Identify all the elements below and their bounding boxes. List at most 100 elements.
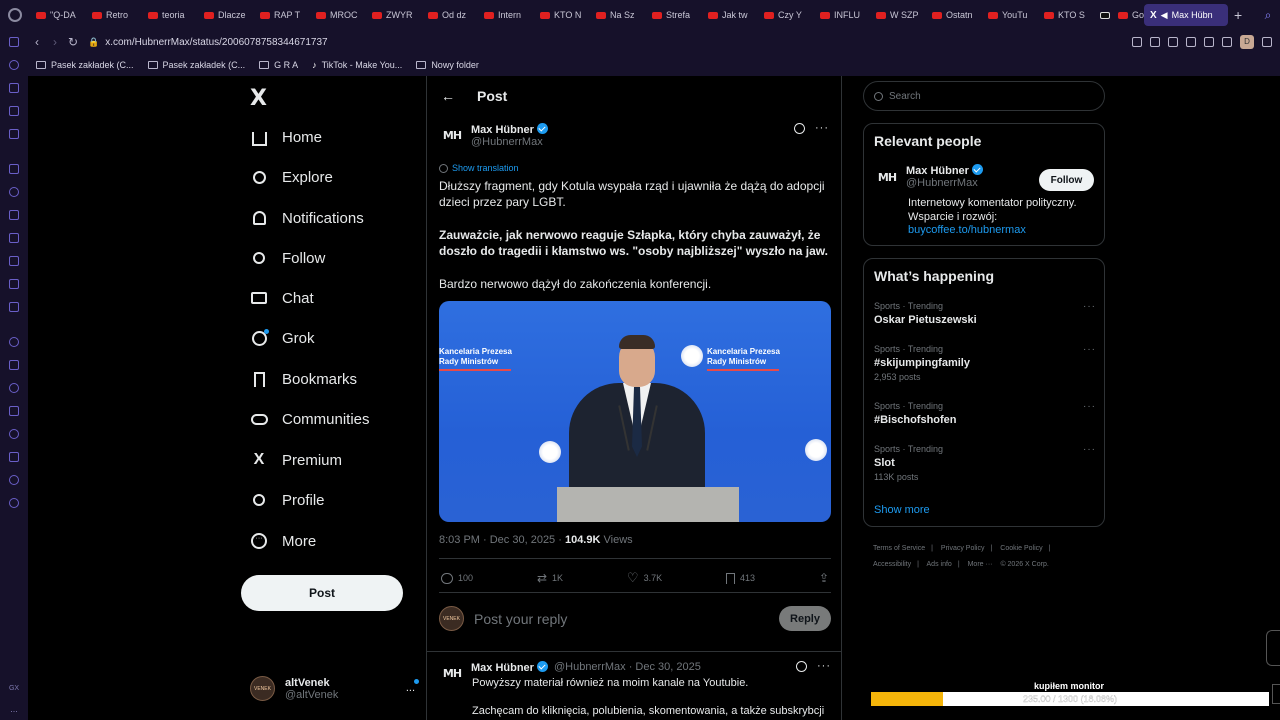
footer-link[interactable]: Ads info xyxy=(927,561,952,568)
browser-tab[interactable] xyxy=(1094,4,1112,26)
browser-tab[interactable]: Go xyxy=(1112,4,1144,26)
nav-item-chat[interactable]: Chat xyxy=(250,283,314,313)
sidebar-mail-icon[interactable] xyxy=(0,30,28,53)
post-button[interactable]: Post xyxy=(241,575,403,611)
nav-item-premium[interactable]: X Premium xyxy=(250,445,342,475)
footer-link[interactable]: More ··· xyxy=(968,561,993,568)
nav-item-explore[interactable]: Explore xyxy=(250,162,333,192)
snapshot-icon[interactable] xyxy=(1150,37,1160,47)
browser-tab[interactable]: RAP T xyxy=(254,4,310,26)
sidebar-bag-icon[interactable] xyxy=(0,76,28,99)
browser-tab[interactable]: Od dz xyxy=(422,4,478,26)
sidebar-telegram-icon[interactable] xyxy=(0,203,28,226)
like-count-button[interactable]: ♡ 3.7K xyxy=(627,570,662,586)
sidebar-tools-icon[interactable] xyxy=(0,99,28,122)
account-switcher[interactable]: VENEK altVenek @altVenek ... xyxy=(250,676,419,701)
sidebar-player-icon[interactable] xyxy=(0,353,28,376)
sidebar-download-icon[interactable] xyxy=(0,445,28,468)
footer-link[interactable]: Accessibility xyxy=(873,561,911,568)
heart-icon[interactable] xyxy=(1222,37,1232,47)
show-translation-link[interactable]: Show translation xyxy=(439,163,519,173)
footer-link[interactable]: Cookie Policy xyxy=(1000,545,1042,552)
nav-item-communities[interactable]: Communities xyxy=(250,404,370,434)
more-dots-icon[interactable]: ... xyxy=(406,682,415,694)
opera-logo[interactable] xyxy=(0,0,30,30)
browser-tab[interactable]: teoria xyxy=(142,4,198,26)
browser-tab[interactable]: ZWYR xyxy=(366,4,422,26)
reload-icon[interactable]: ↻ xyxy=(64,35,82,49)
trend-item[interactable]: Sports · Trending Slot 113K posts ··· xyxy=(874,444,1096,482)
sidebar-twitch-icon[interactable] xyxy=(0,157,28,180)
sidebar-music-icon[interactable] xyxy=(0,330,28,353)
sidebar-history-icon[interactable] xyxy=(0,53,28,76)
new-tab-button[interactable]: + xyxy=(1228,7,1248,23)
sidebar-mods-icon[interactable] xyxy=(0,399,28,422)
post-author[interactable]: MH Max Hübner @HubnerrMax xyxy=(439,122,548,148)
more-dots-icon[interactable]: ··· xyxy=(1083,444,1096,455)
shield-icon[interactable] xyxy=(1168,37,1178,47)
browser-tab[interactable]: Ostatn xyxy=(926,4,982,26)
sidebar-messenger-icon[interactable] xyxy=(0,180,28,203)
bookmark-folder[interactable]: Pasek zakładek (C... xyxy=(147,60,245,70)
browser-tab[interactable]: KTO N xyxy=(534,4,590,26)
sidebar-instagram-icon[interactable] xyxy=(0,226,28,249)
browser-tab[interactable]: YouTu xyxy=(982,4,1038,26)
download-icon[interactable] xyxy=(1262,37,1272,47)
bio-link[interactable]: buycoffee.to/hubnermax xyxy=(908,224,1026,236)
browser-tab[interactable]: Na Sz xyxy=(590,4,646,26)
browser-tab[interactable]: Czy Y xyxy=(758,4,814,26)
back-arrow-icon[interactable]: ← xyxy=(441,88,457,104)
nav-item-profile[interactable]: Profile xyxy=(250,485,325,515)
author-avatar[interactable]: MH xyxy=(439,660,465,686)
post-video[interactable]: Kancelaria Prezesa Rady Ministrów Kancel… xyxy=(439,301,831,522)
browser-tab-active[interactable]: X ◀ Max Hübn xyxy=(1144,4,1228,26)
browser-tab[interactable]: Retro xyxy=(86,4,142,26)
bookmark-folder[interactable]: Nowy folder xyxy=(416,60,479,70)
send-icon[interactable] xyxy=(1204,37,1214,47)
relevant-person[interactable]: MH Max Hübner @HubnerrMax xyxy=(874,164,983,190)
trend-item[interactable]: Sports · Trending #Bischofshofen ··· xyxy=(874,401,1096,429)
browser-tab[interactable]: Dlacze xyxy=(198,4,254,26)
reply-button[interactable]: Reply xyxy=(779,606,831,631)
follow-button[interactable]: Follow xyxy=(1039,169,1094,191)
lock-icon[interactable]: 🔒 xyxy=(88,37,99,48)
trend-item[interactable]: Sports · Trending Oskar Pietuszewski ··· xyxy=(874,301,1096,329)
browser-tab[interactable]: "Q-DA xyxy=(30,4,86,26)
nav-item-more[interactable]: ··· More xyxy=(250,526,316,556)
show-more-link[interactable]: Show more xyxy=(874,504,930,516)
sidebar-heart-icon[interactable] xyxy=(0,376,28,399)
reply-post[interactable]: MH Max Hübner @HubnerrMax · Dec 30, 2025… xyxy=(439,660,831,717)
browser-tab[interactable]: KTO S xyxy=(1038,4,1094,26)
url-field[interactable]: x.com/HubnerrMax/status/2006078758344671… xyxy=(105,37,1132,48)
sidebar-gx-label[interactable]: GX xyxy=(0,685,28,692)
more-dots-icon[interactable]: ··· xyxy=(1083,301,1096,312)
grok-icon[interactable] xyxy=(796,660,807,672)
sidebar-clock-icon[interactable] xyxy=(0,422,28,445)
bookmark-folder[interactable]: Pasek zakładek (C... xyxy=(36,60,134,70)
reply-input[interactable]: Post your reply xyxy=(474,611,779,627)
tab-search-icon[interactable]: ⌕ xyxy=(1256,8,1280,23)
author-avatar[interactable]: MH xyxy=(439,122,465,148)
footer-link[interactable]: Privacy Policy xyxy=(941,545,985,552)
grok-icon[interactable] xyxy=(794,122,805,134)
bookmark-link[interactable]: ♪ TikTok - Make You... xyxy=(312,60,402,70)
nav-item-home[interactable]: Home xyxy=(250,122,322,152)
browser-tab[interactable]: Intern xyxy=(478,4,534,26)
back-icon[interactable]: ‹ xyxy=(28,35,46,49)
share-button[interactable]: ⇪ xyxy=(819,571,829,585)
profile-avatar[interactable]: D xyxy=(1240,35,1254,49)
author-avatar[interactable]: MH xyxy=(874,164,900,190)
browser-tab[interactable]: Strefa xyxy=(646,4,702,26)
translate-icon[interactable] xyxy=(1186,37,1196,47)
bookmark-count-button[interactable]: 413 xyxy=(726,572,755,584)
repost-count-button[interactable]: ⇄ 1K xyxy=(537,571,563,585)
sidebar-more-icon[interactable]: ... xyxy=(0,704,28,714)
sidebar-m-icon[interactable] xyxy=(0,122,28,145)
more-dots-icon[interactable]: ··· xyxy=(1083,401,1096,412)
nav-item-bookmarks[interactable]: Bookmarks xyxy=(250,364,357,394)
nav-item-grok[interactable]: Grok xyxy=(250,323,315,353)
forward-icon[interactable]: › xyxy=(46,35,64,49)
search-input[interactable]: Search xyxy=(863,81,1105,111)
browser-tab[interactable]: MROC xyxy=(310,4,366,26)
trend-item[interactable]: Sports · Trending #skijumpingfamily 2,95… xyxy=(874,344,1096,382)
